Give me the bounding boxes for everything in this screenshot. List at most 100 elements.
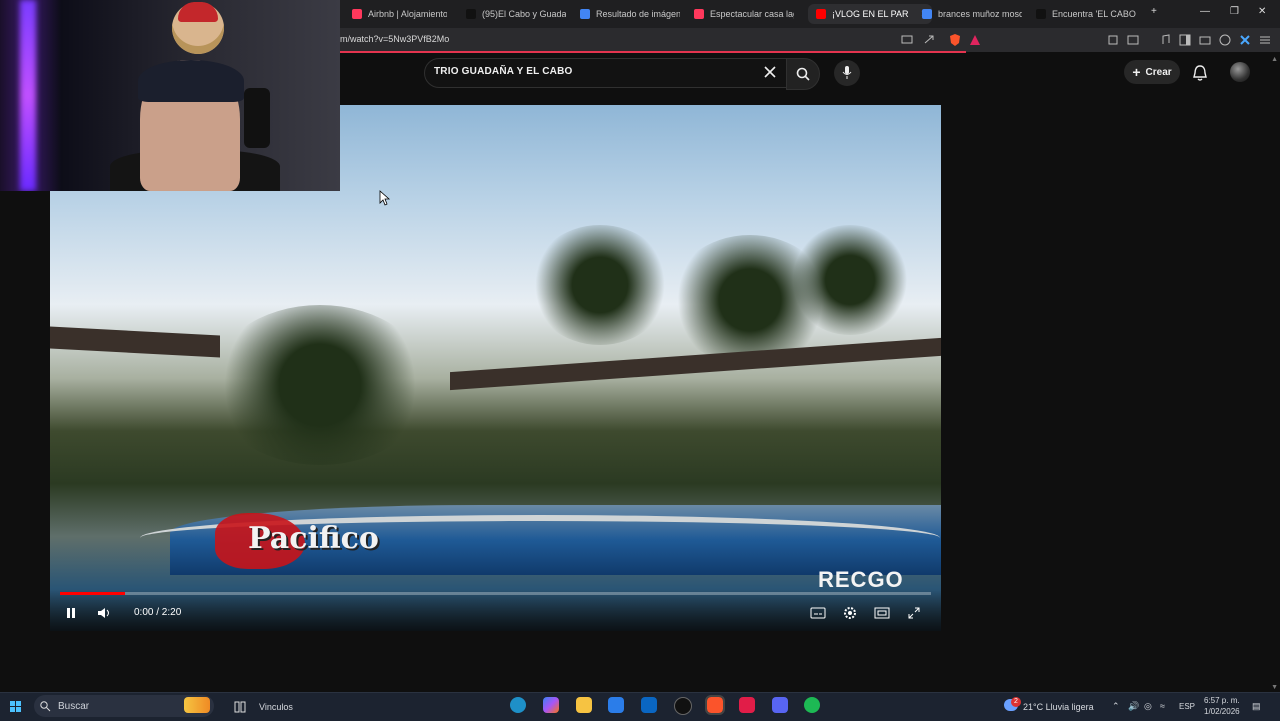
tiktok-icon (466, 9, 476, 19)
volume-icon (98, 608, 109, 618)
palm-tree (790, 225, 910, 335)
screenshot-icon[interactable] (1126, 33, 1140, 47)
outlook-icon[interactable] (641, 697, 657, 713)
subtitles-button[interactable] (809, 604, 827, 622)
tray-app-icon[interactable]: ◎ (1144, 701, 1152, 712)
wifi-icon[interactable]: ≈ (1160, 701, 1165, 711)
tray-chevron-icon[interactable]: ⌃ (1112, 701, 1120, 712)
weather-badge: 2 (1011, 697, 1021, 707)
tab-label: Espectacular casa lago (710, 9, 794, 19)
notifications-icon[interactable]: ▤ (1252, 701, 1261, 712)
brave-icon[interactable] (705, 695, 725, 715)
clock-date[interactable]: 1/02/2026 (1204, 707, 1240, 716)
url-text[interactable]: m/watch?v=5Nw3PVfB2Mo (340, 34, 449, 44)
browser-tab[interactable]: brances muñoz mosqu (922, 4, 1022, 24)
weather-text[interactable]: 21°C Lluvia ligera (1023, 702, 1094, 712)
google-icon (922, 9, 932, 19)
fullscreen-button[interactable] (905, 604, 923, 622)
pause-button[interactable] (62, 604, 80, 622)
theater-icon (874, 607, 890, 619)
mic-icon (842, 66, 852, 79)
file-explorer-icon[interactable] (576, 697, 592, 713)
streamer-cap (138, 60, 244, 102)
task-view-icon[interactable] (234, 701, 246, 713)
extensions-icon[interactable] (1106, 33, 1120, 47)
tree (210, 305, 430, 465)
led-light (20, 0, 36, 191)
sidebar-icon[interactable] (1178, 33, 1192, 47)
tab-label: Airbnb | Alojamientos (368, 9, 447, 19)
obs-icon[interactable] (674, 697, 692, 715)
search-highlight-icon (184, 697, 210, 713)
webcam-overlay (0, 0, 340, 191)
create-button[interactable]: + Crear (1124, 60, 1180, 84)
windows-start-icon[interactable] (10, 701, 22, 713)
palm-tree (530, 225, 670, 345)
progress-bar[interactable] (60, 592, 931, 595)
progress-fill (60, 592, 125, 595)
settings-button[interactable] (841, 604, 859, 622)
minimize-icon[interactable]: — (1200, 6, 1210, 17)
wallet-icon[interactable] (1198, 33, 1212, 47)
browser-tab[interactable]: Encuentra 'EL CABO Y (1036, 4, 1136, 24)
new-tab-button[interactable]: + (1151, 6, 1157, 17)
create-label: Crear (1145, 66, 1172, 78)
volume-tray-icon[interactable]: 🔊 (1128, 701, 1139, 712)
player-controls (50, 590, 941, 631)
spotify-icon[interactable] (804, 697, 820, 713)
fullscreen-icon (908, 607, 920, 619)
browser-tab[interactable]: ¡VLOG EN EL PAR✕ (808, 4, 932, 24)
search-button[interactable] (786, 58, 820, 90)
scroll-up-icon[interactable]: ▲ (1271, 56, 1278, 63)
gear-icon (844, 607, 856, 619)
language-indicator[interactable]: ESP (1179, 702, 1195, 711)
mouse-cursor-icon (379, 190, 391, 206)
browser-tab[interactable]: Airbnb | Alojamientos (352, 4, 447, 24)
tab-label: Resultado de imágenes (596, 9, 680, 19)
tab-label: brances muñoz mosqu (938, 9, 1022, 19)
subtitles-icon (810, 607, 826, 619)
search-icon (40, 701, 51, 712)
account-avatar[interactable] (1230, 62, 1250, 82)
capcut-icon[interactable] (739, 697, 755, 713)
vpn-icon[interactable] (1218, 33, 1232, 47)
airbnb-icon (694, 9, 704, 19)
restore-icon[interactable]: ❐ (1230, 6, 1239, 17)
tiktok-icon (1036, 9, 1046, 19)
edge-icon[interactable] (510, 697, 526, 713)
scroll-down-icon[interactable]: ▼ (1271, 684, 1278, 691)
cast-icon[interactable] (900, 33, 914, 47)
clear-search-icon[interactable] (764, 66, 776, 78)
music-icon[interactable] (1158, 33, 1172, 47)
time-display: 0:00 / 2:20 (134, 607, 182, 618)
close-window-icon[interactable]: ✕ (1258, 6, 1266, 17)
browser-tab[interactable]: Espectacular casa lago (694, 4, 794, 24)
voice-search-button[interactable] (834, 60, 860, 86)
leo-ai-icon[interactable] (1238, 33, 1252, 47)
video-overlay-text: Pacifico (248, 521, 379, 556)
microphone (244, 88, 270, 148)
airbnb-icon (352, 9, 362, 19)
search-query[interactable]: TRIO GUADAÑA Y EL CABO (434, 66, 573, 77)
brave-rewards-icon[interactable] (968, 33, 982, 47)
cartoon-avatar (172, 2, 224, 54)
notifications-bell-icon[interactable] (1192, 64, 1208, 82)
tab-label: (95)El Cabo y Guadaña (482, 9, 566, 19)
tab-label: ¡VLOG EN EL PAR (832, 9, 909, 19)
roof (50, 326, 220, 358)
browser-tab[interactable]: Resultado de imágenes (580, 4, 680, 24)
search-icon (796, 67, 810, 81)
widgets-link[interactable]: Vinculos (259, 702, 293, 712)
pause-icon (67, 608, 75, 618)
taskbar-search-placeholder[interactable]: Buscar (58, 701, 89, 712)
clock-time[interactable]: 6:57 p. m. (1204, 696, 1240, 705)
copilot-icon[interactable] (543, 697, 559, 713)
theater-mode-button[interactable] (873, 604, 891, 622)
discord-icon[interactable] (772, 697, 788, 713)
brave-shield-icon[interactable] (948, 33, 962, 47)
menu-icon[interactable] (1258, 33, 1272, 47)
browser-tab[interactable]: (95)El Cabo y Guadaña (466, 4, 566, 24)
volume-button[interactable] (95, 604, 113, 622)
ms-store-icon[interactable] (608, 697, 624, 713)
share-icon[interactable] (922, 33, 936, 47)
